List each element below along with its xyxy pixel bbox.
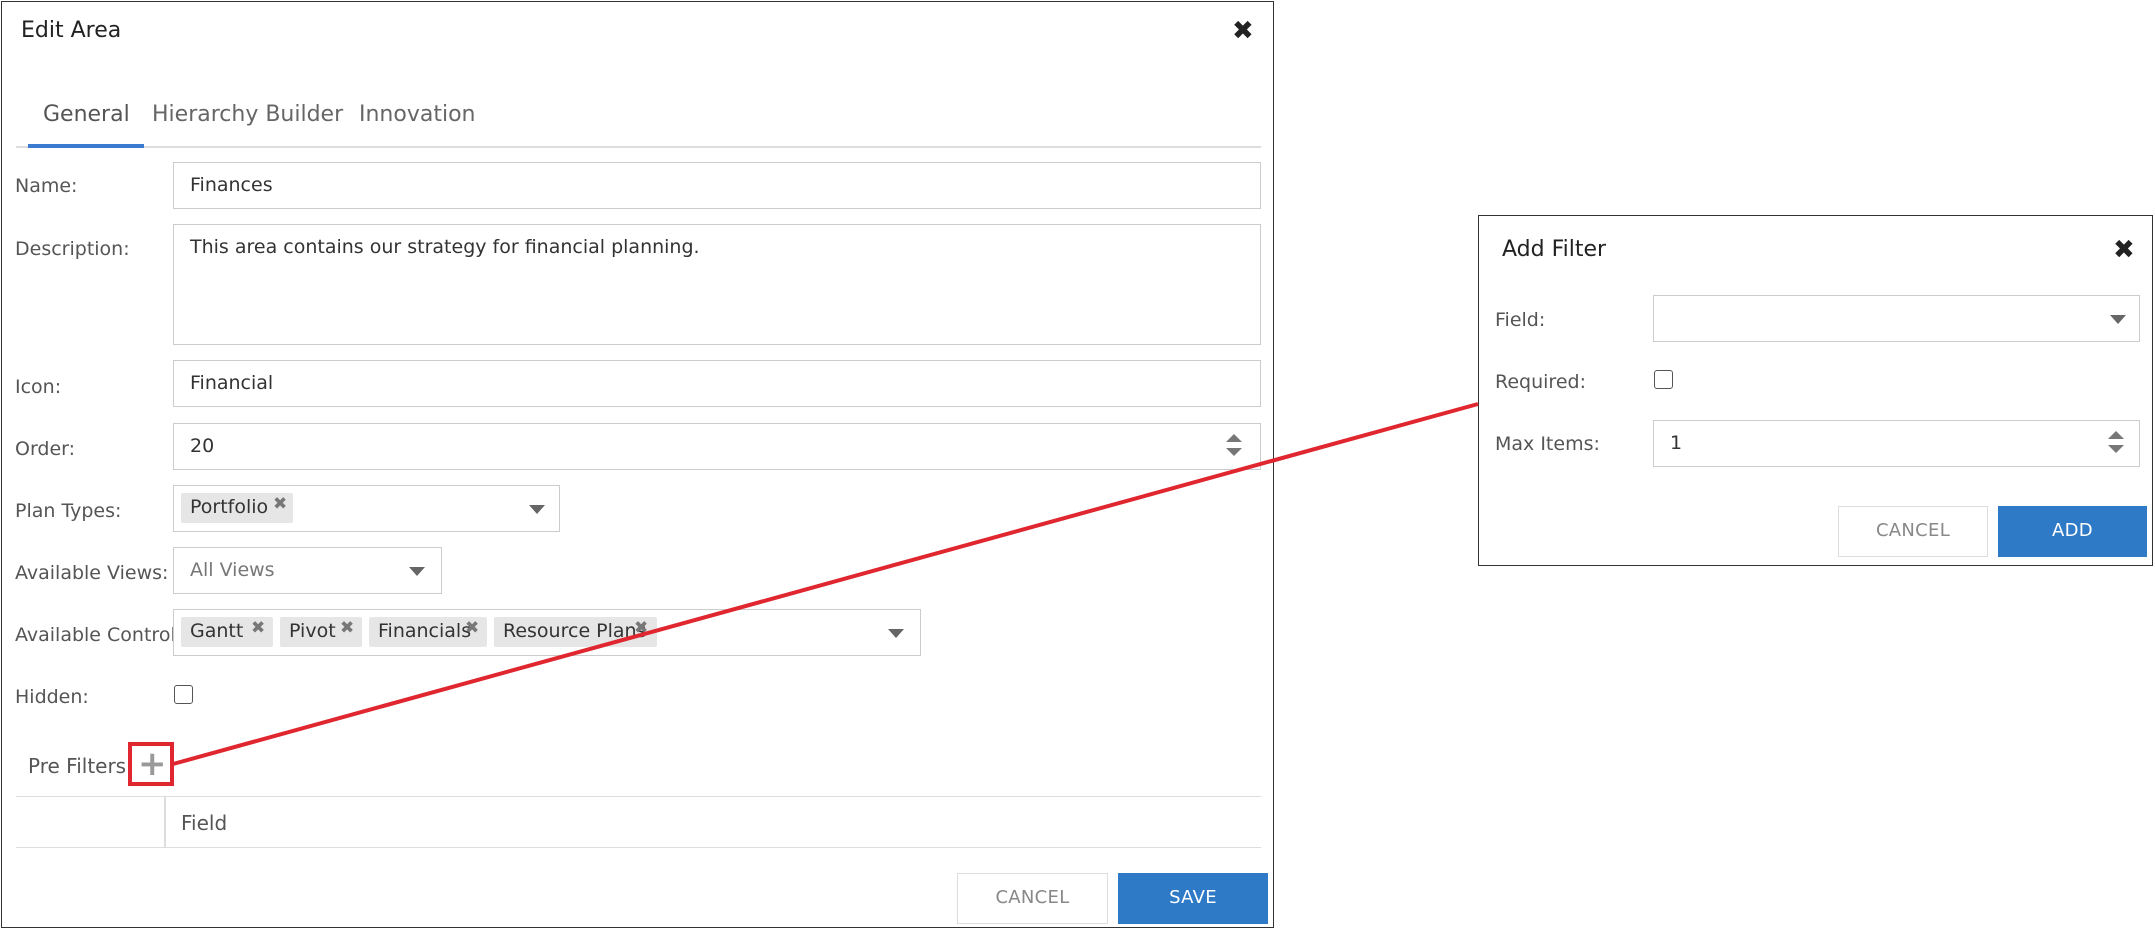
add-filter-dialog: Add Filter ✖ Field: Required: Max Items:… bbox=[1478, 215, 2153, 566]
max-items-stepper[interactable]: 1 bbox=[1653, 420, 2140, 467]
cancel-button[interactable]: CANCEL bbox=[957, 873, 1108, 924]
field-select[interactable] bbox=[1653, 295, 2140, 342]
pre-filters-table-header: Field bbox=[16, 796, 1261, 848]
max-items-label: Max Items: bbox=[1495, 433, 1600, 455]
chip-portfolio: Portfolio ✖ bbox=[181, 493, 293, 523]
tab-general[interactable]: General bbox=[43, 102, 130, 127]
close-icon[interactable]: ✖ bbox=[1232, 18, 1254, 44]
tab-hierarchy-builder[interactable]: Hierarchy Builder bbox=[152, 102, 343, 127]
icon-input[interactable]: Financial bbox=[173, 360, 1261, 407]
decrement-icon[interactable] bbox=[1226, 448, 1242, 456]
available-controls-multiselect[interactable]: Gantt ✖ Pivot ✖ Financials ✖ Resource Pl… bbox=[173, 609, 921, 656]
increment-icon[interactable] bbox=[2108, 431, 2124, 439]
available-views-value: All Views bbox=[190, 559, 275, 581]
name-label: Name: bbox=[15, 175, 78, 197]
cancel-button[interactable]: CANCEL bbox=[1838, 506, 1988, 557]
available-views-select[interactable]: All Views bbox=[173, 547, 442, 594]
chip-gantt: Gantt ✖ bbox=[181, 617, 273, 647]
plan-types-label: Plan Types: bbox=[15, 500, 122, 522]
active-tab-indicator bbox=[28, 144, 144, 148]
chip-label: Financials bbox=[378, 620, 472, 642]
column-divider bbox=[164, 797, 166, 847]
add-button[interactable]: ADD bbox=[1998, 506, 2147, 557]
tab-bar: General Hierarchy Builder Innovation bbox=[16, 84, 1261, 148]
column-header-field[interactable]: Field bbox=[181, 811, 227, 835]
remove-chip-icon[interactable]: ✖ bbox=[634, 618, 648, 638]
increment-icon[interactable] bbox=[1226, 434, 1242, 442]
icon-value: Financial bbox=[190, 372, 274, 394]
field-label: Field: bbox=[1495, 309, 1546, 331]
remove-chip-icon[interactable]: ✖ bbox=[340, 618, 354, 638]
hidden-checkbox[interactable] bbox=[174, 685, 193, 704]
chevron-down-icon[interactable] bbox=[529, 505, 545, 514]
available-views-label: Available Views: bbox=[15, 562, 169, 584]
remove-chip-icon[interactable]: ✖ bbox=[251, 618, 265, 638]
chevron-down-icon[interactable] bbox=[2110, 315, 2126, 324]
chip-label: Pivot bbox=[289, 620, 336, 642]
edit-area-dialog: Edit Area ✖ General Hierarchy Builder In… bbox=[1, 1, 1274, 928]
close-icon[interactable]: ✖ bbox=[2113, 237, 2135, 263]
chip-resource-plans: Resource Plans ✖ bbox=[494, 617, 657, 647]
chip-label: Portfolio bbox=[190, 496, 269, 518]
order-stepper[interactable]: 20 bbox=[173, 423, 1261, 470]
required-label: Required: bbox=[1495, 371, 1586, 393]
chip-financials: Financials ✖ bbox=[369, 617, 487, 647]
required-checkbox[interactable] bbox=[1654, 370, 1673, 389]
hidden-label: Hidden: bbox=[15, 686, 89, 708]
order-label: Order: bbox=[15, 438, 76, 460]
remove-chip-icon[interactable]: ✖ bbox=[273, 494, 287, 514]
plan-types-multiselect[interactable]: Portfolio ✖ bbox=[173, 485, 560, 532]
tab-innovation[interactable]: Innovation bbox=[359, 102, 475, 127]
chip-label: Gantt bbox=[190, 620, 244, 642]
highlight-box bbox=[128, 742, 174, 786]
dialog-title: Edit Area bbox=[21, 18, 122, 43]
save-button[interactable]: SAVE bbox=[1118, 873, 1268, 924]
chip-pivot: Pivot ✖ bbox=[280, 617, 362, 647]
order-value: 20 bbox=[190, 435, 215, 457]
pre-filters-label: Pre Filters bbox=[28, 754, 127, 778]
decrement-icon[interactable] bbox=[2108, 445, 2124, 453]
dialog-title: Add Filter bbox=[1502, 237, 1607, 262]
description-value: This area contains our strategy for fina… bbox=[190, 236, 700, 258]
max-items-value: 1 bbox=[1670, 432, 1683, 454]
description-textarea[interactable]: This area contains our strategy for fina… bbox=[173, 224, 1261, 345]
available-controls-label: Available Controls: bbox=[15, 624, 193, 646]
remove-chip-icon[interactable]: ✖ bbox=[465, 618, 479, 638]
icon-label: Icon: bbox=[15, 376, 62, 398]
chip-label: Resource Plans bbox=[503, 620, 647, 642]
description-label: Description: bbox=[15, 238, 130, 260]
chevron-down-icon[interactable] bbox=[409, 567, 425, 576]
name-input[interactable]: Finances bbox=[173, 162, 1261, 209]
name-value: Finances bbox=[190, 174, 273, 196]
chevron-down-icon[interactable] bbox=[888, 629, 904, 638]
